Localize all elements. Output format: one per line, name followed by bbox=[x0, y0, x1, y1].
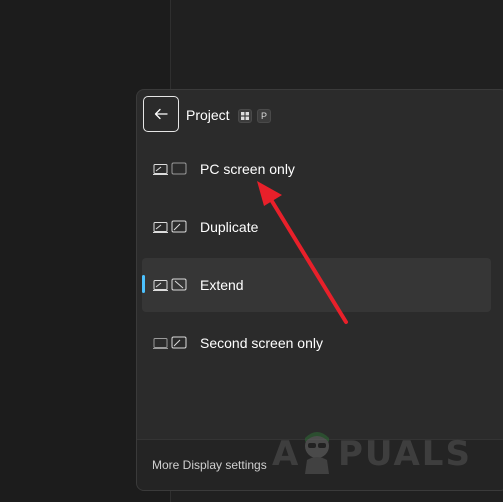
p-key-badge: P bbox=[257, 109, 271, 123]
more-display-settings-link[interactable]: More Display settings bbox=[152, 458, 267, 472]
watermark-text: PUALS bbox=[338, 434, 472, 474]
selected-indicator bbox=[142, 275, 145, 293]
watermark-letter-a: A bbox=[272, 434, 301, 474]
flyout-title: Project bbox=[186, 107, 230, 123]
option-label: Second screen only bbox=[200, 335, 323, 351]
arrow-left-icon bbox=[154, 108, 168, 120]
option-second-screen-only[interactable]: Second screen only bbox=[142, 316, 491, 370]
back-button[interactable] bbox=[143, 96, 179, 132]
pc-screen-only-icon bbox=[153, 162, 187, 175]
option-label: Extend bbox=[200, 277, 244, 293]
appuals-watermark-logo: A PUALS bbox=[272, 426, 477, 482]
extend-icon bbox=[153, 278, 187, 291]
duplicate-icon bbox=[153, 220, 187, 233]
option-extend[interactable]: Extend bbox=[142, 258, 491, 312]
second-screen-only-icon bbox=[153, 336, 187, 349]
option-label: Duplicate bbox=[200, 219, 259, 235]
flyout-header: Project P bbox=[137, 90, 503, 142]
option-duplicate[interactable]: Duplicate bbox=[142, 200, 491, 254]
windows-key-icon bbox=[238, 109, 252, 123]
option-label: PC screen only bbox=[200, 161, 295, 177]
option-pc-screen-only[interactable]: PC screen only bbox=[142, 142, 491, 196]
mascot-icon bbox=[305, 432, 329, 474]
